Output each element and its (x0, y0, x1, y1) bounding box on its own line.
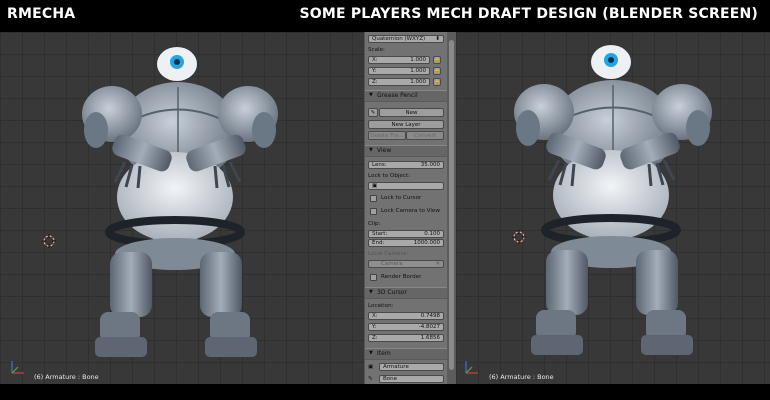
armature-cube-icon: ▣ (368, 364, 374, 370)
bottom-bar (0, 384, 770, 400)
location-label: Location: (368, 303, 394, 309)
collapse-triangle-icon: ▼ (369, 289, 373, 295)
render-border-checkbox[interactable] (370, 274, 377, 281)
view-header[interactable]: ▼ View (365, 145, 448, 157)
dropdown-arrow-icon: ⬍ (435, 36, 440, 42)
title-bar: RMECHA SOME PLAYERS MECH DRAFT DESIGN (B… (0, 0, 770, 32)
render-border-label: Render Border (381, 274, 422, 280)
lock-object-field[interactable]: ▣ (368, 182, 444, 190)
scrollbar-thumb[interactable] (449, 40, 454, 370)
delete-frame-button[interactable]: Delete Fra... (368, 131, 406, 140)
armature-name-field[interactable]: Armature (379, 363, 444, 371)
lock-to-object-label: Lock to Object: (368, 173, 411, 179)
lock-to-cursor-checkbox[interactable] (370, 195, 377, 202)
item-header-label: Item (377, 350, 391, 357)
rotation-mode-select[interactable]: Quaternion (WXYZ) ⬍ (368, 35, 444, 43)
cube-icon: ▣ (372, 183, 378, 189)
axis-gizmo-icon (465, 361, 478, 374)
cursor-z-field[interactable]: Z: 1.6856 (368, 334, 444, 342)
viewport-status-right: (6) Armature : Bone (489, 373, 554, 381)
clip-start-field[interactable]: Start: 0.100 (368, 230, 444, 238)
viewport-status-left: (6) Armature : Bone (34, 373, 99, 381)
mech-render-left (82, 47, 278, 357)
title-left: RMECHA (7, 6, 76, 22)
cursor-y-field[interactable]: Y: -4.8027 (368, 323, 444, 331)
grease-pencil-new-button[interactable]: New (379, 108, 444, 117)
local-camera-field[interactable]: Camera ✕ (368, 260, 444, 268)
view-header-label: View (377, 147, 392, 154)
lock-icon[interactable]: 🔒 (433, 67, 441, 75)
convert-button[interactable]: Convert (406, 131, 444, 140)
lock-icon[interactable]: 🔒 (433, 78, 441, 86)
scale-label: Scale: (368, 47, 385, 53)
rotation-mode-value: Quaternion (WXYZ) (372, 36, 426, 42)
clip-label: Clip: (368, 221, 381, 227)
lock-to-cursor-label: Lock to Cursor (381, 195, 422, 201)
lens-field[interactable]: Lens: 35.000 (368, 161, 444, 169)
local-camera-label: Local Camera: (368, 251, 409, 257)
collapse-triangle-icon: ▼ (369, 350, 373, 356)
3d-cursor-icon (512, 230, 526, 244)
viewport-left[interactable]: (6) Armature : Bone (0, 32, 364, 384)
pencil-icon[interactable]: ✎ (368, 108, 378, 117)
bone-name-field[interactable]: Bone (379, 375, 444, 383)
grease-pencil-header-label: Grease Pencil (377, 92, 418, 99)
panel-scrollbar[interactable] (447, 32, 456, 384)
new-layer-button[interactable]: New Layer (368, 120, 444, 129)
viewport-right[interactable]: (6) Armature : Bone (456, 32, 770, 384)
lock-camera-label: Lock Camera to View (381, 208, 440, 214)
clear-icon: ✕ (435, 261, 440, 267)
properties-panel[interactable]: Quaternion (WXYZ) ⬍ Scale: X: 1.000 🔒 Y:… (364, 32, 448, 384)
cursor-x-field[interactable]: X: 0.7498 (368, 312, 444, 320)
clip-end-field[interactable]: End: 1000.000 (368, 239, 444, 247)
3d-cursor-header-label: 3D Cursor (377, 289, 408, 296)
scale-y-field[interactable]: Y: 1.000 (368, 67, 430, 75)
lock-icon[interactable]: 🔒 (433, 56, 441, 64)
scale-z-field[interactable]: Z: 1.000 (368, 78, 430, 86)
bone-icon: ✎ (368, 376, 373, 382)
scale-x-field[interactable]: X: 1.000 (368, 56, 430, 64)
lock-camera-checkbox[interactable] (370, 208, 377, 215)
mech-render-right (514, 45, 712, 355)
axis-gizmo-icon (11, 361, 24, 374)
grease-pencil-header[interactable]: ▼ Grease Pencil (365, 90, 448, 102)
collapse-triangle-icon: ▼ (369, 147, 373, 153)
3d-cursor-icon (42, 234, 56, 248)
item-header[interactable]: ▼ Item (365, 348, 448, 360)
collapse-triangle-icon: ▼ (369, 92, 373, 98)
title-right: SOME PLAYERS MECH DRAFT DESIGN (BLENDER … (299, 6, 758, 22)
3d-cursor-header[interactable]: ▼ 3D Cursor (365, 287, 448, 299)
